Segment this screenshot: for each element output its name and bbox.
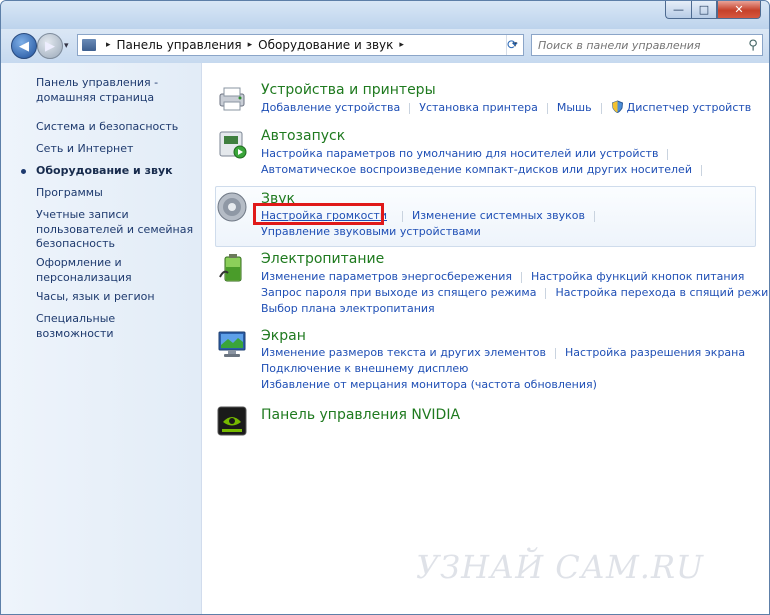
category-title[interactable]: Экран <box>261 328 306 344</box>
link-separator <box>545 287 547 299</box>
sidebar-item-hardware-sound[interactable]: Оборудование и звук <box>21 164 196 179</box>
category-links: Добавление устройства Установка принтера М… <box>261 100 751 116</box>
autoplay-icon <box>219 131 247 159</box>
search-input[interactable] <box>532 37 744 53</box>
link-external-display[interactable]: Подключение к внешнему дисплею <box>261 362 468 375</box>
link-device-manager[interactable]: Диспетчер устройств <box>627 101 752 114</box>
link-add-device[interactable]: Добавление устройства <box>261 101 400 114</box>
breadcrumb-hardware-sound[interactable]: Оборудование и звук <box>258 38 393 52</box>
link-separator <box>546 102 548 114</box>
sidebar-item-appearance[interactable]: Оформление и персонализация <box>36 256 196 285</box>
category-title[interactable]: Устройства и принтеры <box>261 82 436 98</box>
back-button[interactable]: ◀ <box>11 33 37 59</box>
crumb-separator[interactable]: ▸ <box>399 40 404 50</box>
link-mouse[interactable]: Мышь <box>557 101 592 114</box>
link-separator <box>594 210 595 222</box>
highlight-box <box>253 203 384 225</box>
link-separator <box>700 164 702 176</box>
crumb-separator[interactable]: ▸ <box>248 40 253 50</box>
link-refresh-rate[interactable]: Избавление от мерцания монитора (частота… <box>261 378 597 391</box>
category-links: Изменение параметров энергосбережения Нас… <box>261 269 769 317</box>
category-title[interactable]: Панель управления NVIDIA <box>261 407 460 423</box>
link-separator <box>554 347 556 359</box>
link-power-buttons[interactable]: Настройка функций кнопок питания <box>531 270 744 283</box>
search-box[interactable]: ⚲ <box>531 34 763 56</box>
monitor-icon <box>218 331 246 357</box>
link-default-media-settings[interactable]: Настройка параметров по умолчанию для но… <box>261 147 658 160</box>
refresh-icon[interactable]: ⟳ <box>502 34 523 56</box>
sidebar-item-label: Оборудование и звук <box>36 164 173 177</box>
forward-button[interactable]: ▶ <box>37 33 63 59</box>
close-button[interactable]: ✕ <box>717 1 761 19</box>
search-icon[interactable]: ⚲ <box>744 38 762 53</box>
sidebar-item-network[interactable]: Сеть и Интернет <box>36 142 196 157</box>
link-change-system-sounds[interactable]: Изменение системных звуков <box>412 209 585 222</box>
caption-buttons: — □ ✕ <box>665 1 761 19</box>
link-power-saving-settings[interactable]: Изменение параметров энергосбережения <box>261 270 512 283</box>
sidebar-item-home[interactable]: Панель управления - домашняя страница <box>36 76 196 105</box>
nvidia-icon <box>217 406 247 436</box>
link-add-printer[interactable]: Установка принтера <box>419 101 538 114</box>
sidebar: Панель управления - домашняя страница Си… <box>1 63 202 614</box>
link-separator <box>401 210 403 222</box>
minimize-button[interactable]: — <box>665 1 691 19</box>
sidebar-item-clock-region[interactable]: Часы, язык и регион <box>36 290 196 305</box>
link-separator <box>521 271 523 283</box>
watermark: УЗНАЙ САМ.RU <box>416 548 704 586</box>
link-text-size[interactable]: Изменение размеров текста и других элеме… <box>261 346 546 359</box>
sidebar-item-programs[interactable]: Программы <box>36 186 196 201</box>
speaker-icon <box>217 192 247 222</box>
battery-icon <box>219 254 242 282</box>
link-separator <box>667 148 669 160</box>
link-require-password-wake[interactable]: Запрос пароля при выходе из спящего режи… <box>261 286 536 299</box>
shield-icon <box>611 100 623 114</box>
active-bullet <box>21 169 26 174</box>
printer-icon <box>219 87 245 111</box>
link-sleep-settings[interactable]: Настройка перехода в спящий режим <box>555 286 769 299</box>
link-manage-audio-devices[interactable]: Управление звуковыми устройствами <box>261 225 481 238</box>
link-separator <box>600 102 602 114</box>
category-links: Настройка параметров по умолчанию для но… <box>261 146 711 178</box>
category-title[interactable]: Автозапуск <box>261 128 345 144</box>
link-separator <box>409 102 411 114</box>
main-content: Устройства и принтеры Добавление устройс… <box>202 63 769 614</box>
breadcrumb-control-panel[interactable]: Панель управления <box>117 38 242 52</box>
crumb-separator[interactable]: ▸ <box>106 40 111 50</box>
title-bar: — □ ✕ <box>1 1 769 29</box>
sidebar-item-system-security[interactable]: Система и безопасность <box>36 120 196 135</box>
sidebar-item-user-accounts[interactable]: Учетные записи пользователей и семейная … <box>36 208 196 252</box>
navigation-bar: ◀ ▶ ▾ ▸ Панель управления ▸ Оборудование… <box>1 29 769 63</box>
recent-pages-dropdown[interactable]: ▾ <box>64 41 69 51</box>
category-links: Изменение размеров текста и других элеме… <box>261 345 745 393</box>
control-panel-window: — □ ✕ ◀ ▶ ▾ ▸ Панель управления ▸ Оборуд… <box>0 0 770 615</box>
sidebar-item-accessibility[interactable]: Специальные возможности <box>36 312 196 341</box>
category-title[interactable]: Электропитание <box>261 251 384 267</box>
link-screen-resolution[interactable]: Настройка разрешения экрана <box>565 346 745 359</box>
link-choose-power-plan[interactable]: Выбор плана электропитания <box>261 302 435 315</box>
control-panel-icon <box>82 39 96 51</box>
address-bar[interactable]: ▸ Панель управления ▸ Оборудование и зву… <box>77 34 524 56</box>
link-autoplay-cds[interactable]: Автоматическое воспроизведение компакт-д… <box>261 163 692 176</box>
maximize-button[interactable]: □ <box>691 1 717 19</box>
